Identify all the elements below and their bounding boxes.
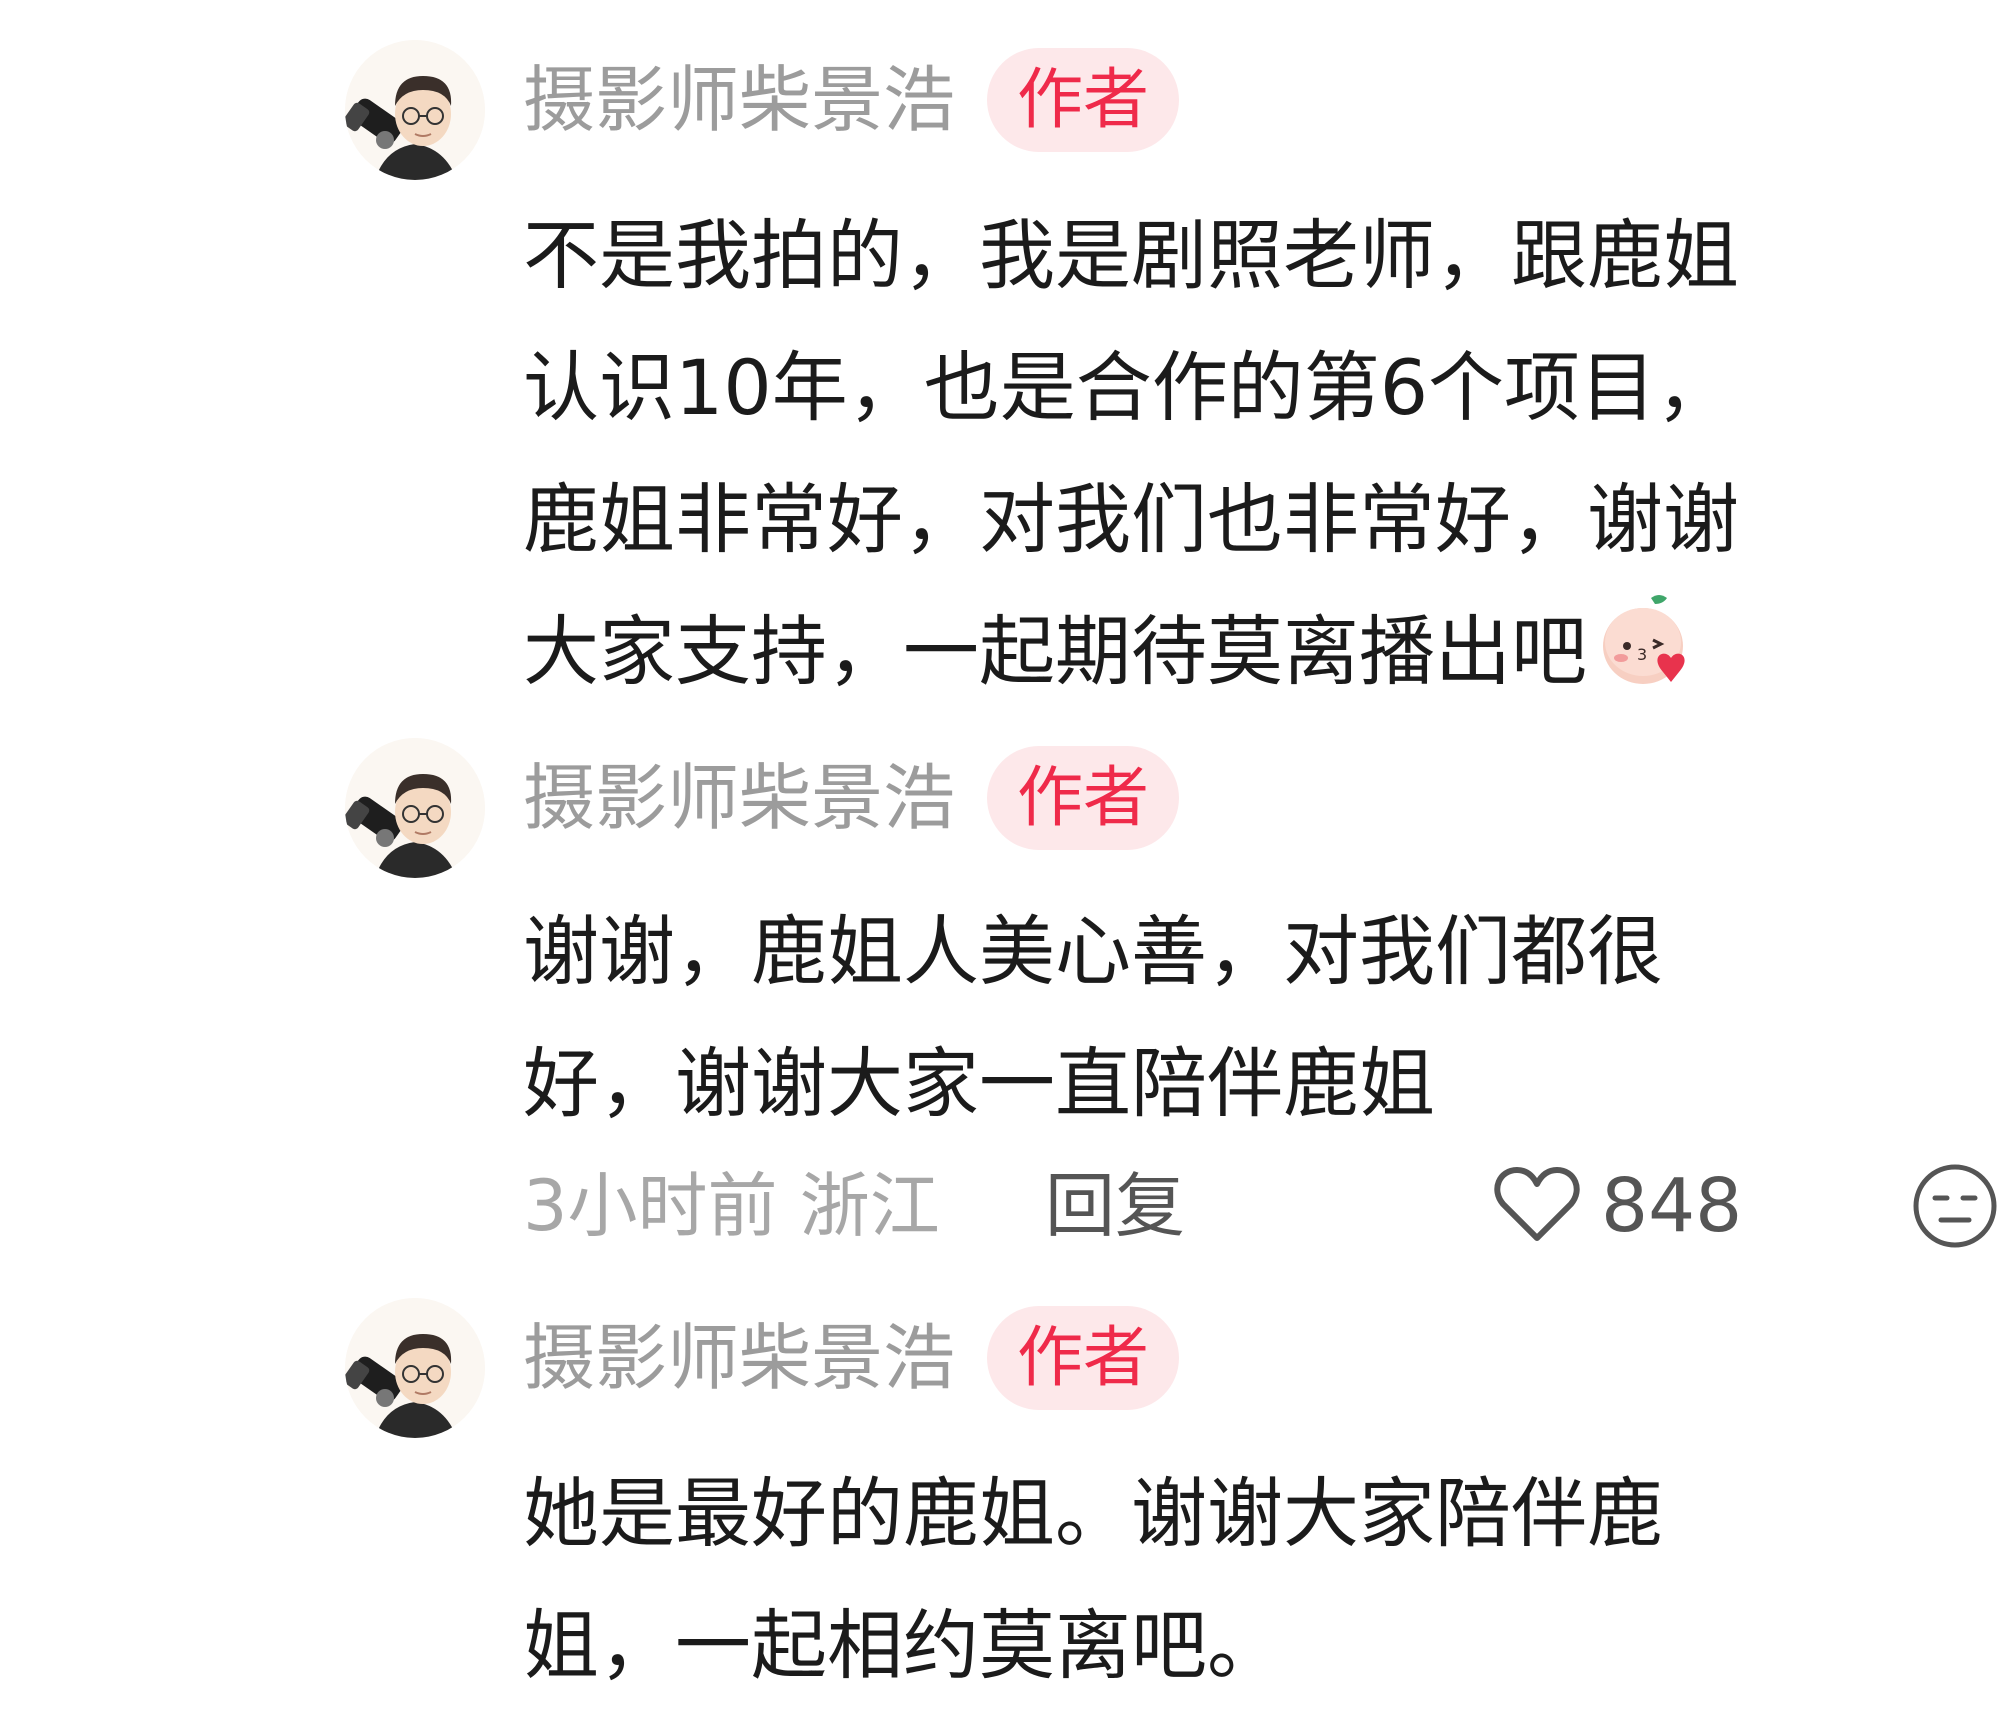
cartoon-photographer-avatar bbox=[345, 40, 485, 180]
comment-header: 摄影师柴景浩 作者 bbox=[523, 1306, 1180, 1410]
username[interactable]: 摄影师柴景浩 bbox=[523, 58, 955, 142]
avatar[interactable] bbox=[345, 738, 485, 878]
like-button[interactable]: 848 bbox=[1493, 1156, 1742, 1256]
comment-text: 她是最好的鹿姐。谢谢大家陪伴鹿 姐，一起相约莫离吧。 bbox=[523, 1469, 1663, 1690]
reply-button[interactable]: 回复 bbox=[1045, 1156, 1185, 1256]
time-location: 3小时前 浙江 bbox=[523, 1165, 940, 1247]
comment-header: 摄影师柴景浩 作者 bbox=[523, 48, 1180, 152]
author-badge: 作者 bbox=[987, 746, 1180, 850]
comment-text-body: 不是我拍的，我是剧照老师，跟鹿姐 认识10年，也是合作的第6个项目， 鹿姐非常好… bbox=[523, 211, 1739, 696]
author-badge: 作者 bbox=[987, 48, 1180, 152]
cartoon-photographer-avatar bbox=[345, 738, 485, 878]
heart-icon bbox=[1493, 1164, 1581, 1248]
avatar[interactable] bbox=[345, 40, 485, 180]
comment-header: 摄影师柴景浩 作者 bbox=[523, 746, 1180, 850]
username[interactable]: 摄影师柴景浩 bbox=[523, 756, 955, 840]
author-badge: 作者 bbox=[987, 1306, 1180, 1410]
cartoon-photographer-avatar bbox=[345, 1298, 485, 1438]
comment-text: 谢谢，鹿姐人美心善，对我们都很 好，谢谢大家一直陪伴鹿姐 bbox=[523, 907, 1663, 1128]
avatar[interactable] bbox=[345, 1298, 485, 1438]
comment-text: 不是我拍的，我是剧照老师，跟鹿姐 认识10年，也是合作的第6个项目， 鹿姐非常好… bbox=[523, 190, 1883, 718]
comment-meta: 3小时前 浙江 回复 848 bbox=[523, 1156, 2000, 1256]
svg-text:3: 3 bbox=[1637, 645, 1647, 664]
like-count: 848 bbox=[1601, 1163, 1743, 1249]
username[interactable]: 摄影师柴景浩 bbox=[523, 1316, 955, 1400]
unhappy-face-icon[interactable] bbox=[1911, 1162, 1999, 1250]
blush-heart-emoji-icon: 3 bbox=[1593, 590, 1693, 690]
